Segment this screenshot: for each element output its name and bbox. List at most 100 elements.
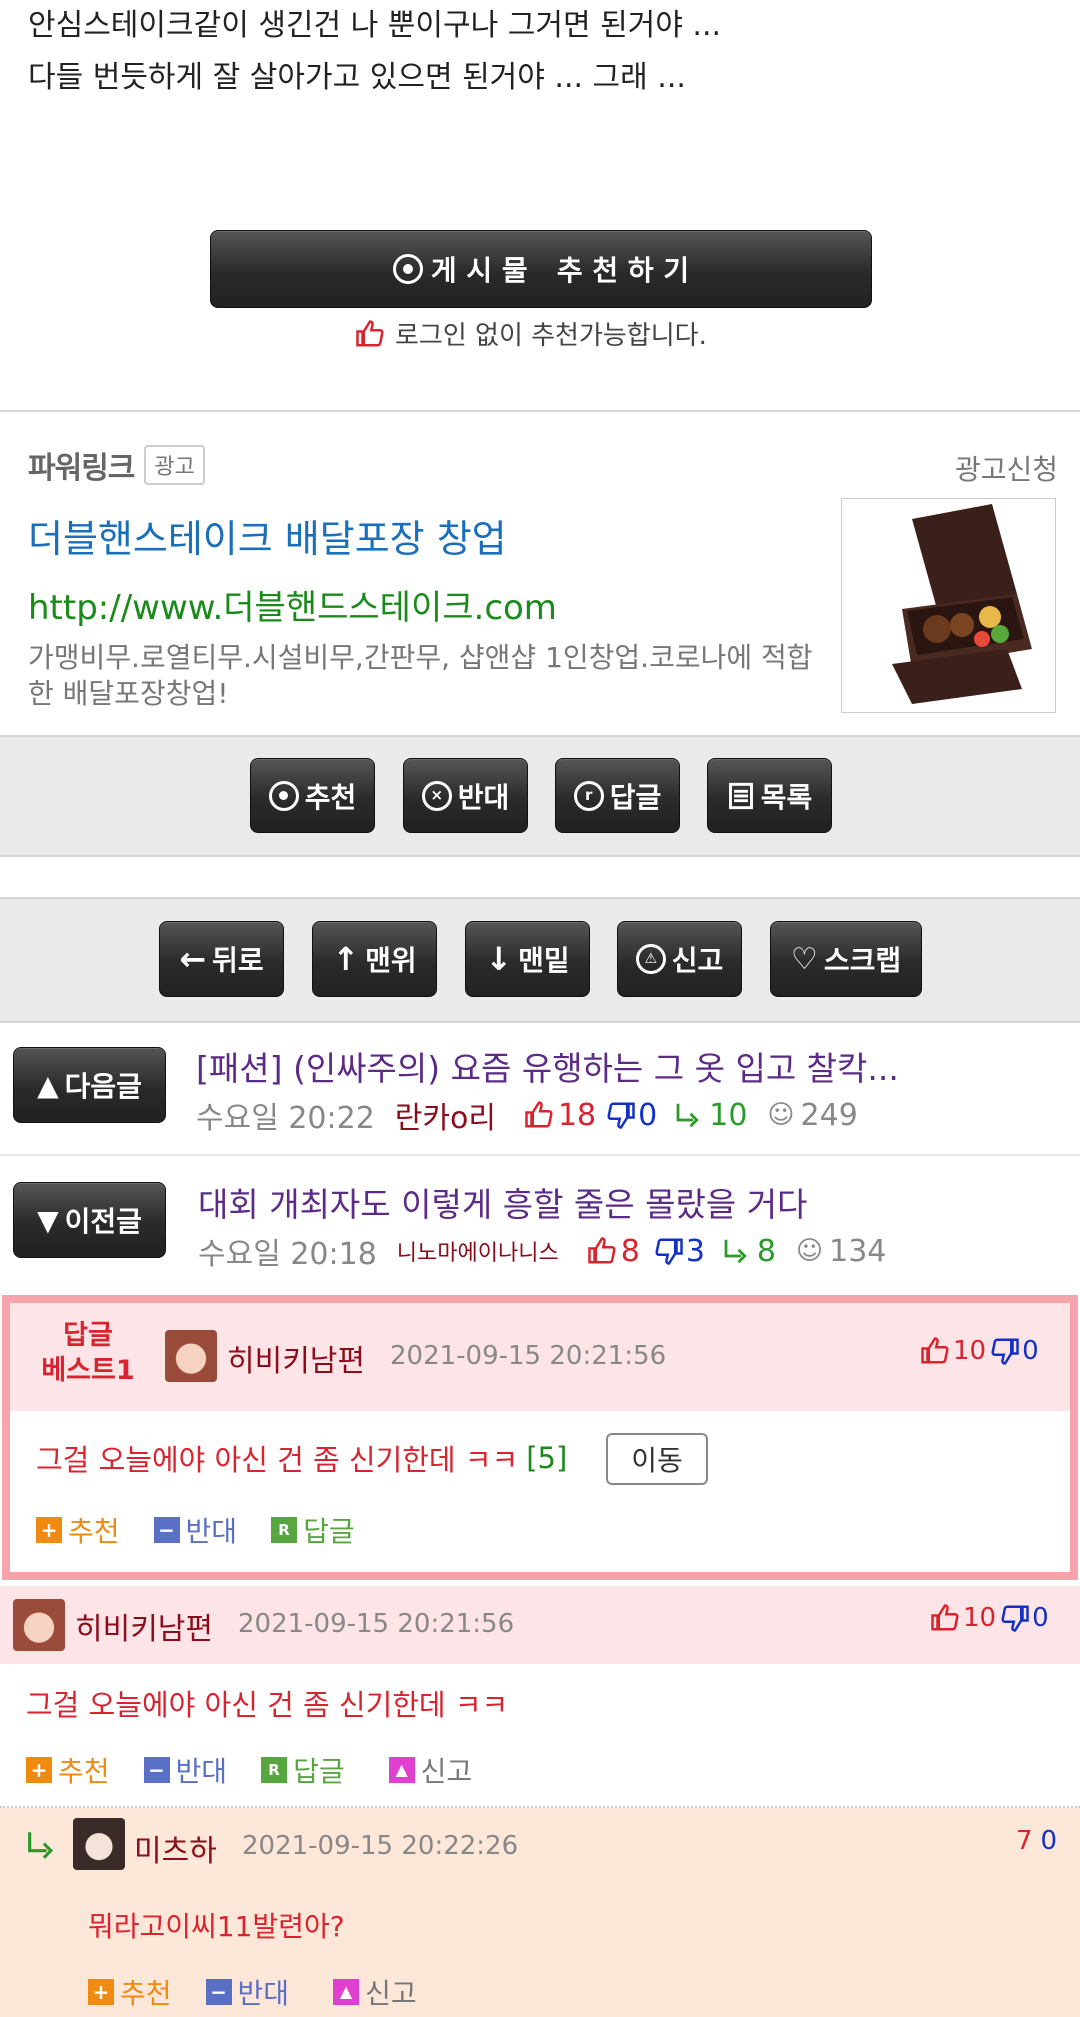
- comment-reply-label: 답글: [293, 1755, 345, 1788]
- comment-author[interactable]: 히비키남편: [75, 1604, 213, 1648]
- top-button[interactable]: ↑ 맨위: [312, 921, 437, 997]
- circle-dot-icon: [268, 780, 299, 811]
- recommend-post-button[interactable]: 게 시 물 추 천 하 기: [210, 230, 872, 308]
- arrow-up-icon: ↑: [332, 940, 360, 978]
- comment-dislikes: 0: [1040, 1826, 1058, 1856]
- thumb-up-icon[interactable]: [920, 1336, 950, 1366]
- siren-icon: ▲: [333, 1979, 360, 2005]
- post-body: 안심스테이크같이 생긴건 나 뿐이구나 그거면 된거야 ... 다들 번듯하게 …: [28, 0, 1058, 104]
- comment-recommend-button[interactable]: + 추천: [88, 1972, 172, 2012]
- minus-icon: −: [205, 1979, 232, 2005]
- prev-post-meta: 수요일 20:18 니노마에이나니스 8 3 8 ☺ 134: [198, 1229, 886, 1273]
- reply-label: 답글: [609, 780, 662, 814]
- oppose-label: 반대: [457, 780, 510, 814]
- comment-reply-button[interactable]: R 답글: [261, 1750, 345, 1790]
- thumb-down-icon[interactable]: [1000, 1603, 1030, 1633]
- prev-post-views: 134: [829, 1233, 887, 1269]
- comment-text: 뭐라고이씨11발련아?: [88, 1910, 345, 1943]
- heart-icon: ♡: [790, 941, 818, 977]
- best-comment-author[interactable]: 히비키남편: [227, 1336, 365, 1380]
- comment-reply-label: 답글: [303, 1515, 355, 1548]
- scrap-button[interactable]: ♡ 스크랩: [770, 921, 922, 997]
- next-post-replies: 10: [709, 1097, 748, 1133]
- bottom-button[interactable]: ↓ 맨밑: [465, 921, 590, 997]
- comment-report-button[interactable]: ▲ 신고: [333, 1972, 417, 2012]
- best-comment-time: 2021-09-15 20:21:56: [390, 1341, 667, 1371]
- avatar[interactable]: [73, 1818, 125, 1870]
- next-post-views: 249: [800, 1097, 858, 1133]
- next-post-time: 수요일 20:22: [196, 1101, 375, 1136]
- ad-badge: 광고: [144, 445, 205, 485]
- prev-post-likes: 8: [620, 1233, 640, 1269]
- best-label-line: 베스트1: [41, 1355, 135, 1386]
- back-label: 뒤로: [212, 944, 264, 977]
- prev-post-dislikes: 3: [685, 1233, 705, 1269]
- thumb-up-icon: [356, 319, 384, 346]
- ad-apply-link[interactable]: 광고신청: [955, 448, 1058, 488]
- comment-oppose-button[interactable]: − 반대: [205, 1972, 289, 2012]
- thumb-up-icon[interactable]: [930, 1603, 960, 1633]
- avatar[interactable]: [165, 1330, 217, 1382]
- minus-icon: −: [143, 1757, 170, 1783]
- arrow-down-icon: ↓: [485, 940, 513, 978]
- recommend-label: 추천: [304, 780, 357, 814]
- next-post-button[interactable]: ▲ 다음글: [13, 1047, 166, 1123]
- circle-warning-icon: ⚠: [635, 944, 666, 974]
- thumb-down-icon[interactable]: [990, 1336, 1020, 1366]
- prev-post-title[interactable]: 대회 개최자도 이렇게 흥할 줄은 몰랐을 거다: [198, 1178, 807, 1226]
- recommend-button[interactable]: 추천: [250, 758, 375, 833]
- list-button[interactable]: 목록: [707, 758, 832, 833]
- best-comment-actions: + 추천 − 반대 R 답글: [36, 1510, 389, 1550]
- next-post-author: 란카o리: [394, 1101, 496, 1136]
- comment-recommend-button[interactable]: + 추천: [36, 1510, 120, 1550]
- comment-recommend-label: 추천: [58, 1755, 110, 1788]
- ad-url-link[interactable]: http://www.더블핸드스테이크.com: [28, 580, 557, 629]
- recommend-note: 로그인 없이 추천가능합니다.: [355, 315, 707, 352]
- comment-report-button[interactable]: ▲ 신고: [388, 1750, 473, 1790]
- triangle-up-icon: ▲: [37, 1068, 59, 1102]
- steak-box-image: [892, 504, 1032, 704]
- comment-dislikes: 0: [1032, 1603, 1049, 1633]
- move-button[interactable]: 이동: [606, 1433, 708, 1485]
- thumb-up-icon: [587, 1237, 616, 1264]
- comment-author[interactable]: 미츠하: [134, 1826, 217, 1870]
- plus-icon: +: [88, 1979, 114, 2005]
- arrow-left-icon: ←: [179, 940, 207, 978]
- comment-reply-button[interactable]: R 답글: [271, 1510, 355, 1550]
- ad-image[interactable]: [841, 498, 1056, 713]
- comment-report-label: 신고: [365, 1977, 417, 2010]
- smile-icon: ☺: [796, 1236, 824, 1266]
- comment-text: 그걸 오늘에야 아신 건 좀 신기한데 ㅋㅋ: [26, 1688, 509, 1722]
- comment-recommend-button[interactable]: + 추천: [26, 1750, 110, 1790]
- top-label: 맨위: [365, 944, 417, 977]
- comment-oppose-button[interactable]: − 반대: [153, 1510, 237, 1550]
- ad-description: 가맹비무.로열티무.시설비무,간판무, 샵앤샵 1인창업.코로나에 적합한 배달…: [28, 641, 813, 710]
- best-comment-likes: 10: [953, 1336, 987, 1366]
- r-icon: R: [261, 1757, 288, 1783]
- prev-post-time: 수요일 20:18: [198, 1237, 377, 1272]
- next-post-title[interactable]: [패션] (인싸주의) 요즘 유행하는 그 옷 입고 찰칵...: [196, 1042, 899, 1090]
- prev-post-button[interactable]: ▼ 이전글: [13, 1182, 166, 1258]
- reply-button[interactable]: r 답글: [555, 758, 680, 833]
- recommend-note-text: 로그인 없이 추천가능합니다.: [395, 321, 707, 351]
- oppose-button[interactable]: × 반대: [403, 758, 528, 833]
- recommend-circle-icon: [392, 254, 423, 284]
- comment-votes: 7 0: [1016, 1826, 1057, 1856]
- ad-title-link[interactable]: 더블핸스테이크 배달포장 창업: [28, 508, 507, 563]
- best-comment-body: 그걸 오늘에야 아신 건 좀 신기한데 ㅋㅋ [5]: [36, 1437, 567, 1479]
- action-bar: [0, 735, 1080, 857]
- comment-oppose-button[interactable]: − 반대: [143, 1750, 227, 1790]
- list-icon: [728, 782, 753, 809]
- back-button[interactable]: ← 뒤로: [159, 921, 284, 997]
- comment-likes: 10: [963, 1603, 997, 1633]
- comment-time: 2021-09-15 20:21:56: [238, 1609, 515, 1639]
- comment-report-label: 신고: [420, 1755, 473, 1788]
- next-post-label: 다음글: [64, 1070, 142, 1103]
- plus-icon: +: [36, 1517, 62, 1543]
- divider: [0, 410, 1080, 412]
- post-body-line: 안심스테이크같이 생긴건 나 뿐이구나 그거면 된거야 ...: [28, 8, 722, 43]
- report-button[interactable]: ⚠ 신고: [617, 921, 742, 997]
- avatar[interactable]: [13, 1599, 65, 1651]
- best-comment-text: 그걸 오늘에야 아신 건 좀 신기한데 ㅋㅋ: [36, 1443, 519, 1477]
- comment-recommend-label: 추천: [68, 1515, 120, 1548]
